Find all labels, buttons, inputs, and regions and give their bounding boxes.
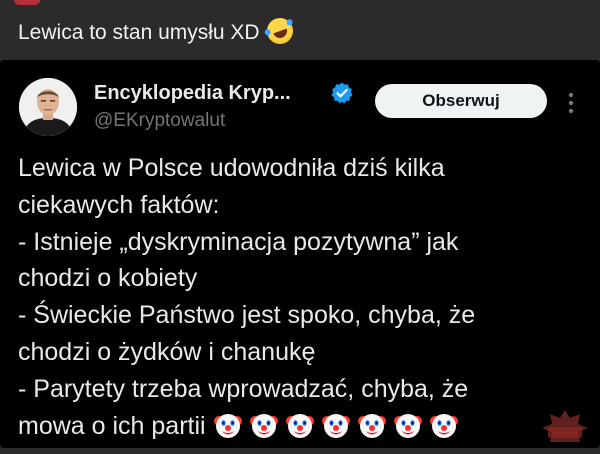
post-caption: Lewica to stan umysłu XD (18, 14, 298, 48)
tweet-line: - Świeckie Państwo jest spoko, chyba, że (18, 301, 476, 330)
post-header: Lewica to stan umysłu XD (0, 0, 600, 60)
author-handle[interactable]: @EKryptowalut (94, 110, 225, 132)
tweet-line: - Istnieje „dyskryminacja pozytywna” jak (18, 227, 459, 256)
more-options-icon[interactable] (561, 90, 581, 116)
flag-marker (14, 0, 40, 5)
tweet-last-line-text: mowa o ich partii (18, 411, 206, 440)
clown-face-emoji-icon (321, 410, 351, 440)
tweet-line: chodzi o żydków i chanukę (18, 337, 316, 366)
clown-face-emoji-icon (357, 410, 387, 440)
clown-face-emoji-icon (429, 410, 459, 440)
laughing-emoji-icon (263, 14, 298, 48)
tweet-body: Lewica w Polsce udowodniła dziś kilka ci… (18, 150, 588, 444)
clown-face-emoji-icon (249, 410, 279, 440)
verified-badge-icon (331, 82, 353, 104)
tweet-line: ciekawych faktów: (18, 190, 220, 219)
clown-emoji-row (213, 412, 465, 440)
author-name[interactable]: Encyklopedia Kryp... (94, 82, 291, 105)
follow-button[interactable]: Obserwuj (375, 84, 547, 118)
post-caption-text: Lewica to stan umysłu XD (18, 21, 260, 44)
tweet-line: - Parytety trzeba wprowadzać, chyba, że (18, 374, 469, 403)
clown-face-emoji-icon (213, 410, 243, 440)
avatar-image (19, 78, 77, 136)
bottom-edge (0, 448, 600, 454)
tweet-last-line: mowa o ich partii (18, 408, 588, 445)
avatar[interactable] (19, 78, 77, 136)
jbzd-watermark-logo (542, 410, 588, 442)
clown-face-emoji-icon (285, 410, 315, 440)
tweet-line: Lewica w Polsce udowodniła dziś kilka (18, 154, 445, 182)
clown-face-emoji-icon (393, 410, 423, 440)
tweet-line: chodzi o kobiety (18, 264, 198, 293)
